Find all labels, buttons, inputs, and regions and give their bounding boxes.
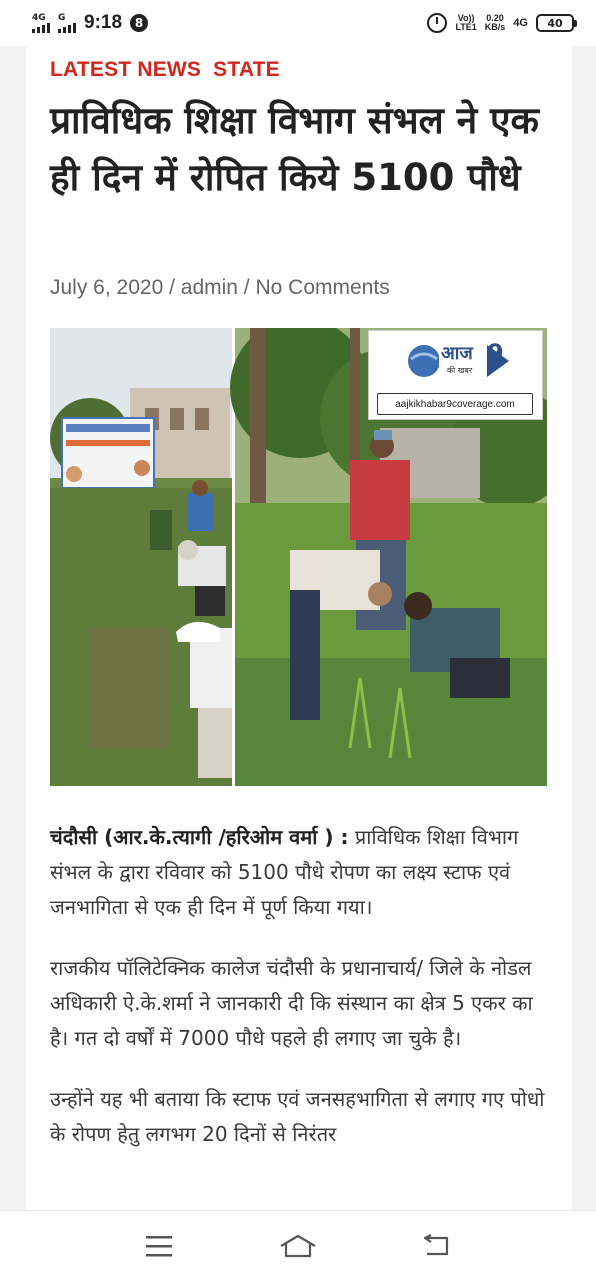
menu-button[interactable] bbox=[129, 1226, 189, 1266]
post-date[interactable]: July 6, 2020 bbox=[50, 276, 163, 299]
signal-bars-icon bbox=[32, 22, 50, 33]
category-link-latest-news[interactable]: LATEST NEWS bbox=[50, 58, 201, 82]
signal-bars-icon bbox=[58, 22, 76, 33]
network-type-2: G bbox=[58, 12, 66, 23]
article-body: चंदौसी (आर.के.त्यागी /हरिओम वर्मा ) : प्… bbox=[50, 820, 550, 1178]
paragraph-1-dateline: चंदौसी (आर.के.त्यागी /हरिओम वर्मा ) : bbox=[50, 825, 349, 849]
meta-separator: / bbox=[163, 276, 181, 299]
category-list: LATEST NEWS STATE bbox=[50, 58, 280, 82]
status-right: Vo)) LTE1 0.20 KB/s 4G 40 bbox=[427, 13, 577, 33]
post-comments[interactable]: No Comments bbox=[255, 276, 389, 299]
status-left: 4G G 9:18 8 bbox=[32, 12, 149, 34]
home-icon bbox=[280, 1234, 316, 1257]
news-logo: आज की खबर 9 aajkikhabar9coverage.com bbox=[368, 330, 543, 420]
meta-separator: / bbox=[237, 276, 256, 299]
system-nav-bar bbox=[0, 1210, 596, 1280]
signal-1: 4G bbox=[32, 12, 50, 33]
news-logo-title: आज bbox=[441, 343, 473, 364]
status-bar: 4G G 9:18 8 Vo)) LTE1 0.20 KB/s 4G 40 bbox=[0, 0, 596, 46]
alarm-clock-icon bbox=[427, 13, 448, 33]
network-type-right-label: 4G bbox=[513, 16, 528, 29]
clock: 9:18 bbox=[84, 12, 123, 33]
category-link-state[interactable]: STATE bbox=[213, 58, 280, 82]
paragraph-1: चंदौसी (आर.के.त्यागी /हरिओम वर्मा ) : प्… bbox=[50, 820, 550, 925]
network-speed: 0.20 KB/s bbox=[485, 14, 506, 32]
article-title: प्राविधिक शिक्षा विभाग संभल ने एक ही दिन… bbox=[50, 99, 539, 199]
news-logo-url: aajkikhabar9coverage.com bbox=[377, 393, 533, 415]
lte-label: LTE1 bbox=[455, 22, 477, 32]
news-logo-subtitle: की खबर bbox=[447, 366, 473, 375]
battery-icon: 40 bbox=[536, 14, 577, 32]
notification-count-badge: 8 bbox=[130, 14, 149, 32]
back-button[interactable] bbox=[407, 1226, 467, 1266]
article-meta: July 6, 2020 / admin / No Comments bbox=[50, 276, 390, 300]
network-type-right: 4G bbox=[513, 16, 528, 29]
menu-icon bbox=[146, 1235, 173, 1256]
paragraph-3: उन्होंने यह भी बताया कि स्टाफ एवं जनसहभा… bbox=[50, 1087, 545, 1146]
signal-2: G bbox=[58, 12, 76, 33]
volte-indicator: Vo)) LTE1 bbox=[455, 14, 476, 32]
post-author[interactable]: admin bbox=[181, 276, 238, 299]
home-button[interactable] bbox=[268, 1226, 328, 1266]
network-type-1: 4G bbox=[32, 12, 46, 23]
speed-unit: KB/s bbox=[484, 22, 506, 32]
back-icon bbox=[423, 1233, 448, 1255]
paragraph-2: राजकीय पॉलिटेक्निक कालेज चंदौसी के प्रधा… bbox=[50, 956, 533, 1050]
news-logo-number: 9 bbox=[487, 339, 504, 367]
